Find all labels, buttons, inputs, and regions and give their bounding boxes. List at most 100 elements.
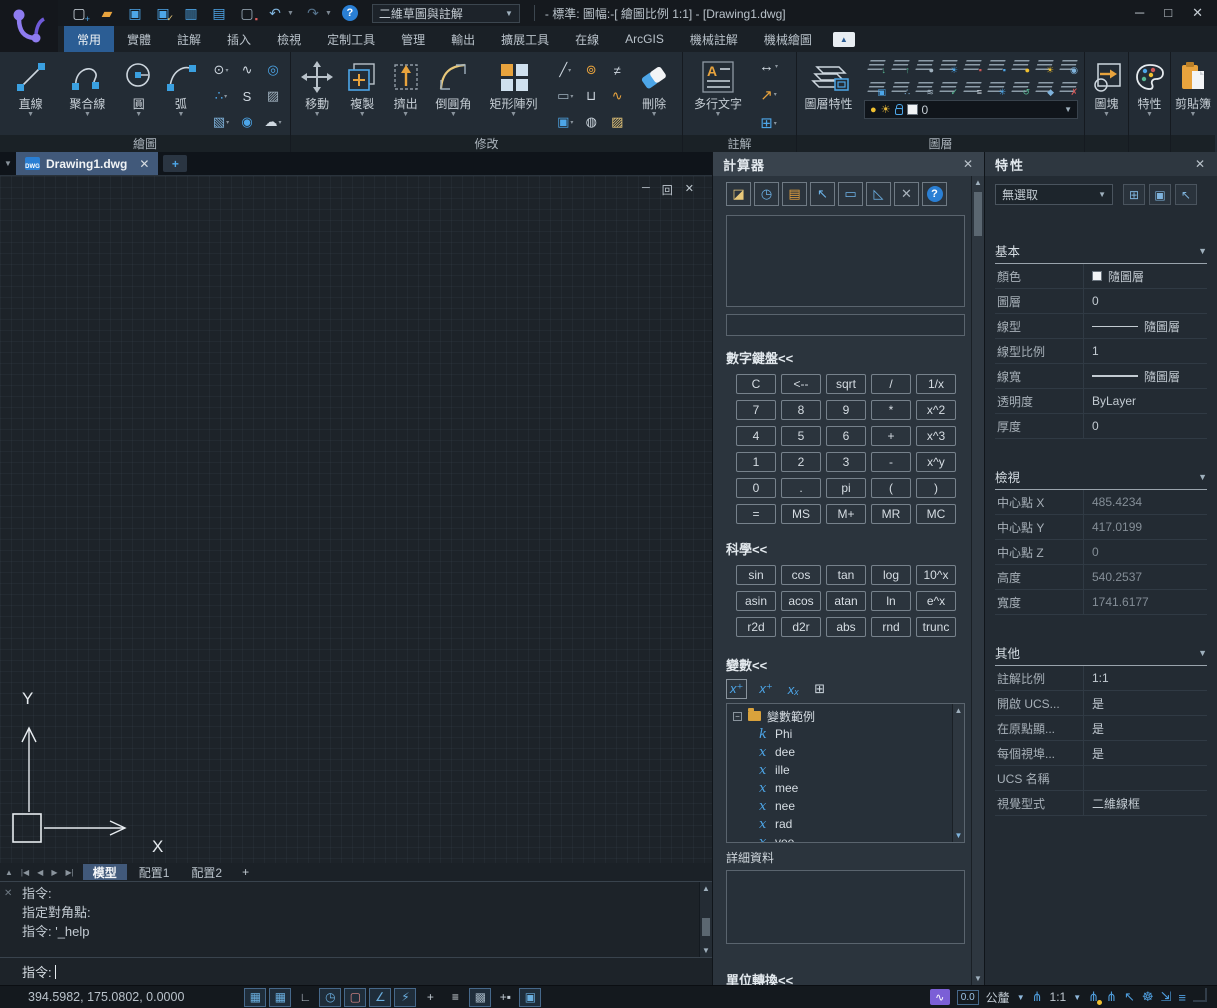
numpad-section-label[interactable]: 數字鍵盤<< (726, 348, 965, 367)
precision-icon[interactable]: 0.0 (957, 990, 979, 1005)
property-value[interactable]: ByLayer (1083, 389, 1207, 413)
edit-hatch-icon[interactable]: ▨ (604, 109, 630, 135)
sci-key-d2r[interactable]: d2r (781, 617, 821, 637)
block-button[interactable]: 圖塊▼ (1089, 54, 1124, 119)
layer-previous-icon[interactable]: ≋ (912, 76, 936, 98)
property-value[interactable]: 二維線框 (1083, 791, 1207, 815)
ribbon-tab-註解[interactable]: 註解 (164, 26, 214, 52)
numpad-key-x^2[interactable]: x^2 (916, 400, 956, 420)
minimize-button[interactable]: ─ (1135, 5, 1144, 21)
numpad-key-4[interactable]: 4 (736, 426, 776, 446)
numpad-key-([interactable]: ( (871, 478, 911, 498)
units-caret[interactable]: ▼ (1017, 993, 1025, 1002)
ribbon-tab-檢視[interactable]: 檢視 (264, 26, 314, 52)
new-tab-button[interactable]: + (163, 155, 187, 172)
numpad-key-x^3[interactable]: x^3 (916, 426, 956, 446)
add-layout-button[interactable]: + (234, 865, 257, 879)
calculator-history-box[interactable] (726, 215, 965, 307)
variable-item-vee[interactable]: xvee (733, 833, 950, 843)
move-button[interactable]: 移動▼ (295, 54, 339, 119)
numpad-key-sqrt[interactable]: sqrt (826, 374, 866, 394)
scroll-down-icon[interactable]: ▼ (953, 829, 964, 842)
scrollbar-thumb[interactable] (702, 918, 710, 936)
hatch-icon[interactable]: ▧▾ (208, 109, 234, 135)
save-icon[interactable]: ▣ (126, 4, 144, 22)
mtext-button[interactable]: A 多行文字▼ (687, 54, 749, 119)
drawing-minimize-button[interactable]: ─ (642, 182, 650, 198)
close-icon[interactable]: ✕ (4, 884, 12, 903)
panel-label-annotate[interactable]: 註解 (683, 135, 796, 152)
distance-icon[interactable]: ▭ (838, 182, 863, 206)
numpad-key-5[interactable]: 5 (781, 426, 821, 446)
scroll-up-icon[interactable]: ▲ (700, 882, 712, 895)
numpad-key-7[interactable]: 7 (736, 400, 776, 420)
variable-item-rad[interactable]: xrad (733, 815, 950, 833)
panel-label-modify[interactable]: 修改 (291, 135, 682, 152)
scientific-section-label[interactable]: 科學<< (726, 539, 965, 558)
layer-delete-icon[interactable]: ✗ (1056, 76, 1080, 98)
layer-bulb-on-icon[interactable]: ● (1008, 54, 1032, 76)
numpad-key-<--[interactable]: <-- (781, 374, 821, 394)
region-icon[interactable]: ◎ (260, 57, 286, 83)
rotate-icon[interactable]: ▣▾ (552, 109, 578, 135)
property-value[interactable]: 0 (1083, 540, 1207, 564)
file-tab-menu-icon[interactable]: ▼ (0, 152, 16, 175)
layer-properties-button[interactable]: 圖層特性 (801, 54, 856, 111)
clipboard-button[interactable]: 剪貼簿▼ (1175, 54, 1211, 119)
sci-key-10^x[interactable]: 10^x (916, 565, 956, 585)
scroll-down-icon[interactable]: ▼ (972, 972, 984, 985)
numpad-key-pi[interactable]: pi (826, 478, 866, 498)
ribbon-tab-機械註解[interactable]: 機械註解 (677, 26, 751, 52)
polar-tracking-toggle[interactable]: ◷ (319, 988, 341, 1007)
property-value[interactable]: 隨圖層 (1083, 264, 1207, 288)
plot-icon[interactable]: ▥ (182, 4, 200, 22)
property-value[interactable]: 隨圖層 (1083, 364, 1207, 388)
property-value[interactable]: 1 (1083, 339, 1207, 363)
numpad-key-1/x[interactable]: 1/x (916, 374, 956, 394)
close-icon[interactable]: ✕ (139, 157, 149, 171)
edit-variable-icon[interactable]: x⁺ (756, 680, 775, 698)
layer-freeze-icon[interactable]: ☀ (936, 54, 960, 76)
delete-variable-icon[interactable]: xₓ (785, 681, 802, 698)
scale-caret[interactable]: ▼ (1073, 993, 1081, 1002)
property-value[interactable]: 1741.6177 (1083, 590, 1207, 614)
variable-item-nee[interactable]: xnee (733, 797, 950, 815)
property-value[interactable]: 0 (1083, 414, 1207, 438)
numpad-key-)[interactable]: ) (916, 478, 956, 498)
scroll-up-icon[interactable]: ▲ (953, 704, 964, 717)
sci-key-acos[interactable]: acos (781, 591, 821, 611)
object-snap-toggle[interactable]: ▢ (344, 988, 366, 1007)
numpad-key-/[interactable]: / (871, 374, 911, 394)
sci-key-e^x[interactable]: e^x (916, 591, 956, 611)
undo-icon[interactable]: ↶ (266, 4, 284, 22)
numpad-key-*[interactable]: * (871, 400, 911, 420)
numpad-key-.[interactable]: . (781, 478, 821, 498)
resize-grip[interactable] (1193, 988, 1207, 1002)
save-as-icon[interactable]: ▣✓ (154, 4, 172, 22)
select-window-icon[interactable]: ▢▪ (238, 4, 256, 22)
ribbon-tab-機械繪圖[interactable]: 機械繪圖 (751, 26, 825, 52)
numpad-key-9[interactable]: 9 (826, 400, 866, 420)
numpad-key--[interactable]: - (871, 452, 911, 472)
copy-button[interactable]: 複製▼ (339, 54, 385, 119)
property-value[interactable]: 485.4234 (1083, 490, 1207, 514)
layout-menu-icon[interactable]: ▲ (2, 868, 16, 877)
panel-label-layers[interactable]: 圖層 (797, 135, 1084, 152)
layer-copy-icon[interactable]: ◆ (1032, 76, 1056, 98)
units-label[interactable]: 公釐 (986, 989, 1010, 1006)
workspace-dropdown[interactable]: 二維草圖與註解 ▼ (372, 4, 520, 23)
transparency-toggle[interactable]: ▩ (469, 988, 491, 1007)
polyline-button[interactable]: 聚合線▼ (57, 54, 118, 119)
numpad-key-C[interactable]: C (736, 374, 776, 394)
maximize-button[interactable]: □ (1164, 5, 1172, 21)
layer-lock-icon[interactable]: ▪ (960, 54, 984, 76)
ribbon-tab-實體[interactable]: 實體 (114, 26, 164, 52)
intersection-icon[interactable]: ✕ (894, 182, 919, 206)
layer-isolate-icon[interactable]: ✳ (984, 76, 1008, 98)
drawing-canvas[interactable]: ─ 回 ✕ Y X (0, 175, 712, 863)
sci-key-ln[interactable]: ln (871, 591, 911, 611)
numpad-key-6[interactable]: 6 (826, 426, 866, 446)
sci-key-r2d[interactable]: r2d (736, 617, 776, 637)
numpad-key-8[interactable]: 8 (781, 400, 821, 420)
autosnap-toggle[interactable]: ⚡ (394, 988, 416, 1007)
